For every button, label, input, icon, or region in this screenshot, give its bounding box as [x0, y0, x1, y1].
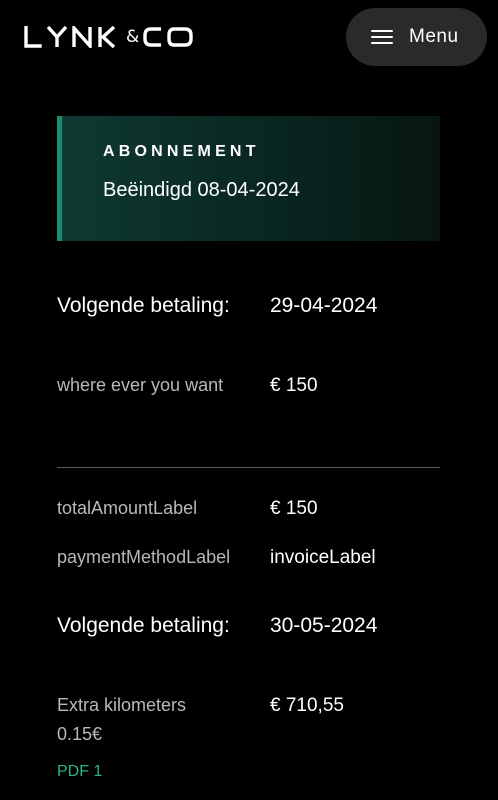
next-payment-label: Volgende betaling:	[57, 294, 230, 317]
next-payment-label: Volgende betaling:	[57, 614, 230, 637]
logo-ampersand: &	[126, 26, 140, 47]
logo-co-letters-icon	[143, 27, 193, 47]
hamburger-icon	[371, 29, 393, 45]
subscription-card: ABONNEMENT Beëindigd 08-04-2024	[57, 116, 440, 241]
total-amount-label: totalAmountLabel	[57, 498, 198, 518]
payment-method-label: paymentMethodLabel	[57, 547, 231, 567]
subscription-status: Beëindigd 08-04-2024	[103, 179, 300, 201]
section-divider	[57, 467, 440, 468]
payment-method-value: invoiceLabel	[270, 547, 376, 568]
subscription-title: ABONNEMENT	[103, 143, 260, 160]
payment-item-label: where ever you want	[57, 375, 224, 395]
menu-label: Menu	[409, 26, 459, 47]
pdf-download-link[interactable]: PDF 1	[57, 760, 102, 784]
next-payment-date: 30-05-2024	[270, 614, 378, 637]
site-header: & Menu	[0, 0, 498, 76]
payment-item-amount: € 150	[270, 375, 318, 396]
logo-lynk-letters-icon	[24, 26, 116, 48]
payment-item-amount: € 710,55	[270, 695, 344, 716]
payment-item-label: Extra kilometers 0.15€	[57, 695, 187, 744]
total-amount-value: € 150	[270, 498, 318, 519]
next-payment-date: 29-04-2024	[270, 294, 378, 317]
subscription-accent-bar	[57, 116, 62, 241]
menu-button[interactable]: Menu	[346, 8, 487, 66]
lynk-co-logo[interactable]: &	[24, 25, 193, 49]
